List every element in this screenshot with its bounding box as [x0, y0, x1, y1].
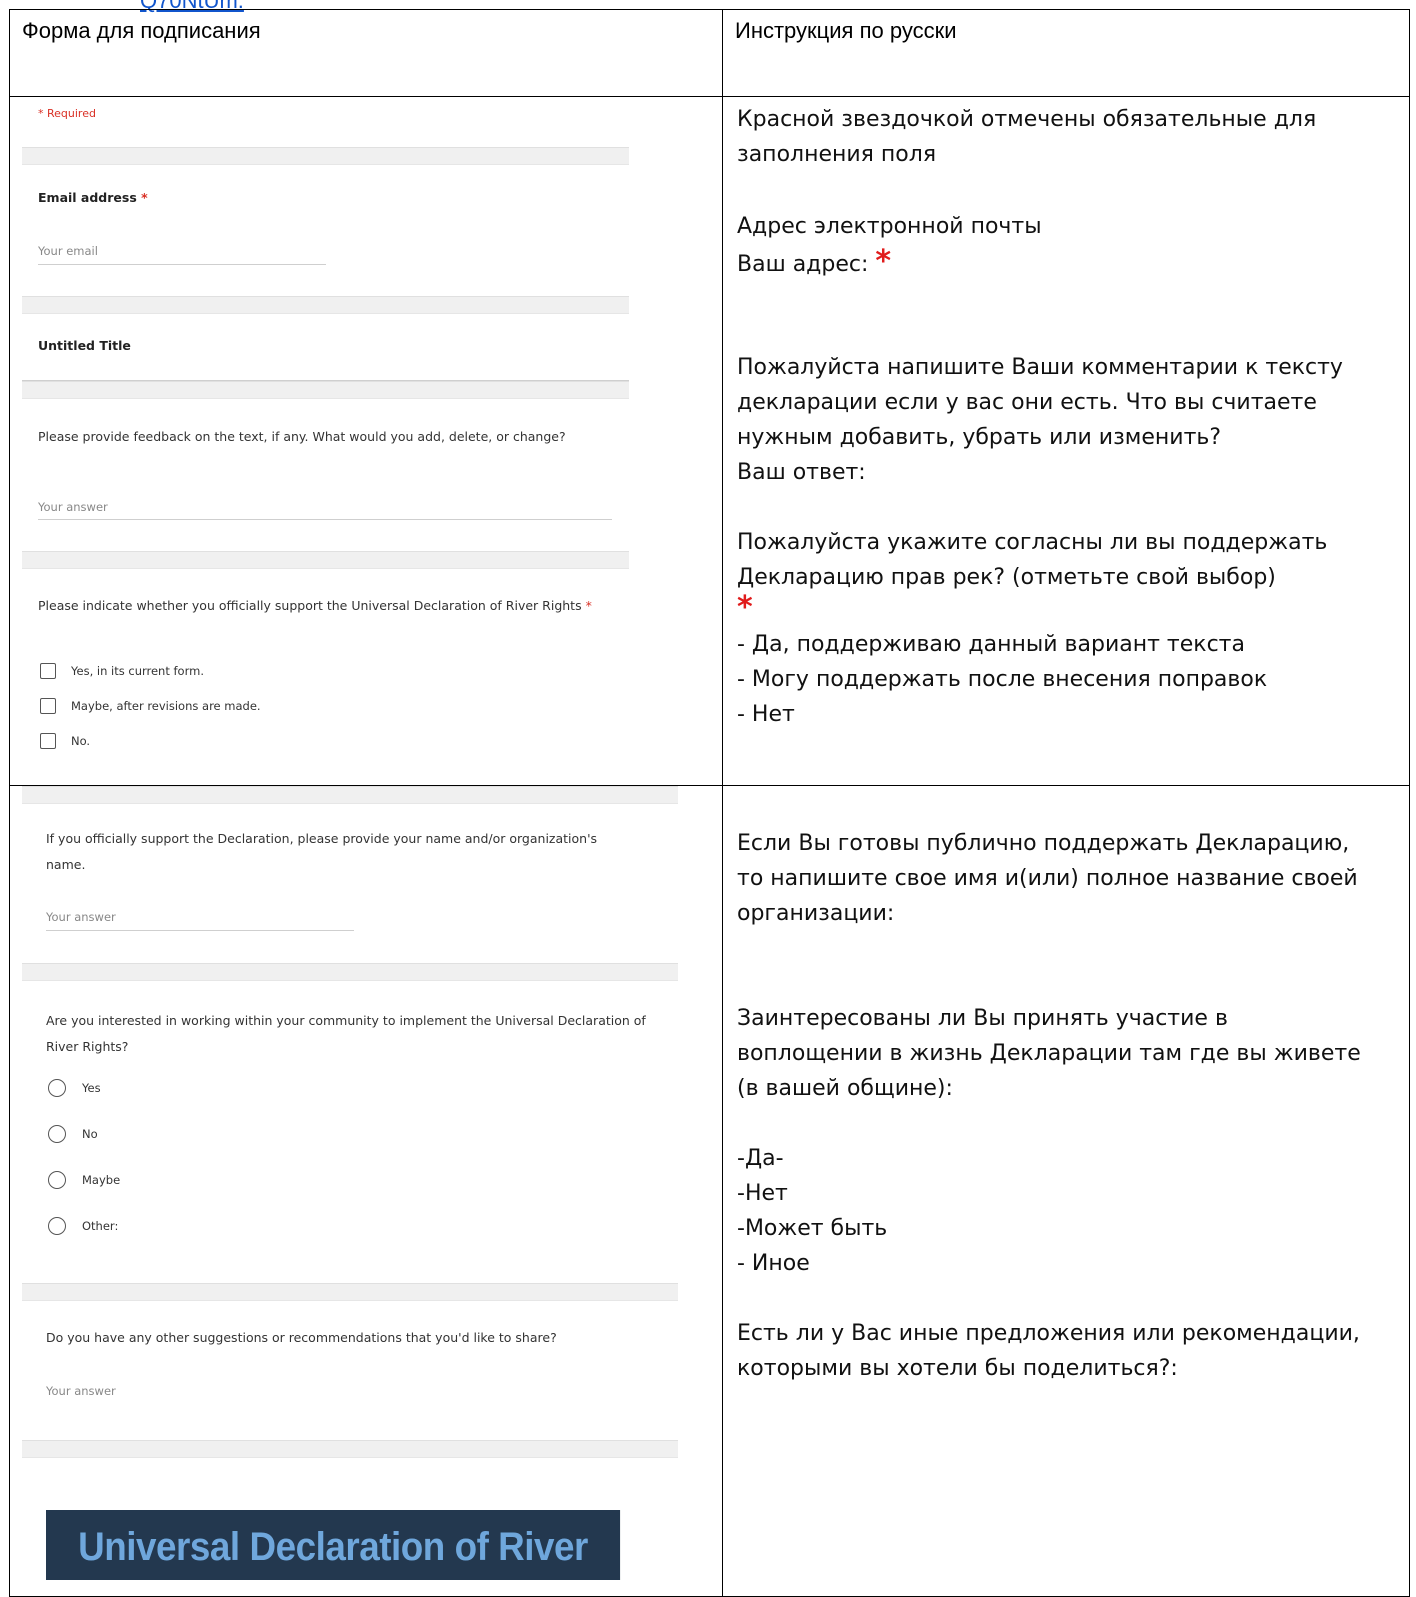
support-option: No. [71, 734, 91, 748]
header-left: Форма для подписания [9, 9, 723, 97]
russian-instructions-part2: Если Вы готовы публично поддержать Декла… [722, 785, 1410, 1597]
ru-required-line: заполнения поля [737, 142, 937, 167]
feedback-question: Please provide feedback on the text, if … [38, 429, 566, 444]
email-input[interactable]: Your email [38, 244, 98, 258]
ru-support-line: Декларацию прав рек? (отметьте свой выбо… [737, 565, 1276, 590]
radio-other[interactable] [48, 1217, 66, 1235]
checkbox-yes[interactable] [40, 663, 56, 679]
separator [22, 147, 629, 165]
ru-interest-line: Заинтересованы ли Вы принять участие в [737, 1006, 1228, 1031]
separator [22, 1283, 678, 1301]
form-pane-1: * Required Email address * Your email Un… [10, 97, 722, 785]
ru-email-line: Адрес электронной почты [737, 214, 1042, 239]
separator [22, 551, 629, 569]
suggest-input[interactable]: Your answer [46, 1384, 116, 1398]
interest-option: Yes [82, 1081, 101, 1095]
ru-interest-line: (в вашей общине): [737, 1076, 953, 1101]
ru-name-line: то напишите свое имя и(или) полное назва… [737, 866, 1358, 891]
support-option: Yes, in its current form. [71, 664, 204, 678]
declaration-banner: Universal Declaration of River Rights [46, 1510, 621, 1580]
ru-feedback-line: Пожалуйста напишите Ваши комментарии к т… [737, 355, 1343, 380]
ru-feedback-line: декларации если у вас они есть. Что вы с… [737, 390, 1317, 415]
separator [22, 963, 678, 981]
russian-instructions-part1: Красной звездочкой отмечены обязательные… [722, 96, 1410, 786]
ru-interest-option: -Может быть [737, 1216, 888, 1241]
ru-feedback-line: нужным добавить, убрать или изменить? [737, 425, 1222, 450]
feedback-underline [38, 519, 612, 520]
interest-option: Maybe [82, 1173, 121, 1187]
instruction-table: Форма для подписания Инструкция по русск… [9, 9, 1410, 1597]
ru-text-block: Красной звездочкой отмечены обязательные… [723, 97, 1409, 732]
checkbox-maybe[interactable] [40, 698, 56, 714]
separator [22, 1440, 678, 1458]
ru-name-line: Если Вы готовы публично поддержать Декла… [737, 831, 1350, 856]
ru-interest-option: - Иное [737, 1251, 810, 1276]
form-screenshot-part1: * Required Email address * Your email Un… [9, 96, 723, 786]
required-star: * [737, 590, 753, 625]
ru-interest-option: -Нет [737, 1181, 788, 1206]
support-question: Please indicate whether you officially s… [38, 598, 592, 613]
ru-interest-line: воплощении в жизнь Декларации там где вы… [737, 1041, 1361, 1066]
required-note: * Required [38, 107, 96, 120]
ru-support-option: - Могу поддержать после внесения поправо… [737, 667, 1268, 692]
required-star: * [875, 244, 892, 279]
header-right: Инструкция по русски [722, 9, 1410, 97]
ru-text-block: Если Вы готовы публично поддержать Декла… [723, 786, 1409, 1386]
email-label: Email address * [38, 190, 148, 205]
separator [22, 786, 678, 804]
ru-support-line: Пожалуйста укажите согласны ли вы поддер… [737, 530, 1328, 555]
ru-required-line: Красной звездочкой отмечены обязательные… [737, 107, 1317, 132]
form-screenshot-part2: If you officially support the Declaratio… [9, 785, 723, 1597]
interest-option: No [82, 1127, 98, 1141]
radio-no[interactable] [48, 1125, 66, 1143]
separator [22, 296, 629, 314]
untitled-title: Untitled Title [38, 338, 131, 353]
header-row: Форма для подписания Инструкция по русск… [9, 9, 1410, 97]
interest-question: Are you interested in working within you… [46, 1013, 646, 1054]
ru-support-option: - Нет [737, 702, 795, 727]
interest-option: Other: [82, 1219, 119, 1233]
row-part1: * Required Email address * Your email Un… [9, 96, 1410, 786]
ru-suggest-line: Есть ли у Вас иные предложения или реком… [737, 1321, 1360, 1346]
name-underline [46, 930, 354, 931]
support-option: Maybe, after revisions are made. [71, 699, 261, 713]
name-input[interactable]: Your answer [46, 910, 116, 924]
feedback-input[interactable]: Your answer [38, 500, 108, 514]
ru-support-option: - Да, поддерживаю данный вариант текста [737, 632, 1245, 657]
ru-interest-option: -Да- [737, 1146, 784, 1171]
suggest-question: Do you have any other suggestions or rec… [46, 1330, 557, 1345]
ru-email-line: Ваш адрес: * [737, 244, 892, 279]
ru-suggest-line: которыми вы хотели бы поделиться?: [737, 1356, 1178, 1381]
separator [22, 381, 629, 399]
radio-maybe[interactable] [48, 1171, 66, 1189]
ru-feedback-line: Ваш ответ: [737, 460, 866, 485]
form-pane-2: If you officially support the Declaratio… [10, 786, 722, 1596]
radio-yes[interactable] [48, 1079, 66, 1097]
row-part2: If you officially support the Declaratio… [9, 785, 1410, 1597]
checkbox-no[interactable] [40, 733, 56, 749]
email-underline [38, 264, 326, 265]
name-question: If you officially support the Declaratio… [46, 831, 598, 872]
ru-name-line: организации: [737, 901, 895, 926]
